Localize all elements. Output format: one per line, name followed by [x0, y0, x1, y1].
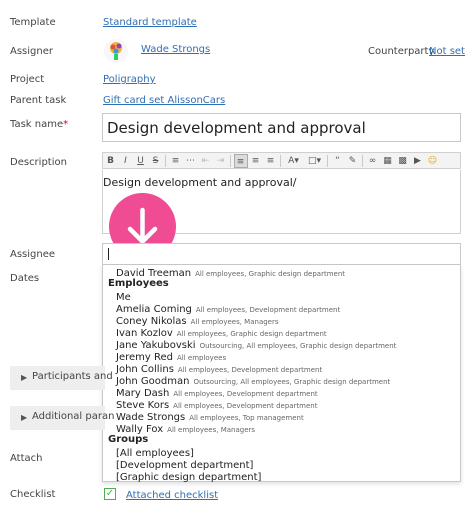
strikethrough-icon[interactable]: S [149, 154, 163, 168]
template-label: Template [10, 17, 56, 28]
list-item[interactable]: Jeremy Red All employees [116, 350, 227, 363]
toolbar-divider [362, 154, 363, 167]
list-item-name: [Graphic design department] [116, 472, 262, 483]
participants-panel[interactable]: ▶ Participants and [10, 366, 113, 390]
list-item[interactable]: Amelia Coming All employees, Development … [116, 302, 341, 315]
list-item[interactable]: Wally Fox All employees, Managers [116, 422, 256, 435]
list-item[interactable]: Ivan Kozlov All employees, Graphic design… [116, 326, 327, 339]
task-name-label-text: Task name [10, 119, 64, 130]
task-name-value: Design development and approval [107, 119, 366, 137]
align-right-icon[interactable]: ≡ [264, 154, 278, 168]
toolbar-divider [165, 154, 166, 167]
attach-label: Attach [10, 453, 43, 464]
underline-icon[interactable]: U [134, 154, 148, 168]
emoji-icon[interactable]: ☺ [426, 154, 440, 168]
assignee-label: Assignee [10, 249, 56, 260]
list-item-sub: All employees [176, 354, 227, 362]
bold-icon[interactable]: B [104, 154, 118, 168]
list-item[interactable]: Jane Yakubovski Outsourcing, All employee… [116, 338, 397, 351]
toolbar-divider [230, 154, 231, 167]
list-item[interactable]: Coney Nikolas All employees, Managers [116, 314, 279, 327]
project-link[interactable]: Poligraphy [103, 74, 156, 85]
counterparty-label: Counterparty [368, 46, 435, 57]
link-icon[interactable]: ∞ [366, 154, 380, 168]
avatar [104, 39, 128, 63]
align-center-icon[interactable]: ≡ [249, 154, 263, 168]
participants-panel-label: Participants and [32, 371, 113, 382]
list-item-sub: Outsourcing, All employees, Graphic desi… [199, 342, 397, 350]
list-item-sub: All employees, Graphic design department [195, 270, 345, 278]
required-marker: * [63, 119, 69, 130]
bulleted-list-icon[interactable]: ⋯ [184, 154, 198, 168]
video-icon[interactable]: ▶ [411, 154, 425, 168]
toolbar-divider [280, 154, 281, 167]
indent-icon[interactable]: ⇥ [214, 154, 228, 168]
text-caret [108, 248, 109, 260]
quote-icon[interactable]: “ [331, 154, 345, 168]
text-color-icon[interactable]: A▾ [284, 154, 304, 168]
project-label: Project [10, 74, 45, 85]
list-item[interactable]: John Goodman Outsourcing, All employees, … [116, 374, 391, 387]
list-item[interactable]: Me [116, 290, 131, 303]
additional-panel-label: Additional paran [32, 411, 115, 422]
expand-triangle-icon: ▶ [21, 373, 28, 382]
align-left-icon[interactable]: ≡ [233, 153, 248, 168]
list-item-sub: All employees, Development department [177, 366, 323, 374]
list-item[interactable]: [Graphic design department] [116, 470, 262, 483]
remove-format-icon[interactable]: ✎ [346, 154, 360, 168]
task-name-label: Task name* [10, 119, 68, 130]
additional-panel[interactable]: ▶ Additional paran [10, 406, 114, 430]
list-item[interactable]: Wade Strongs All employees, Top managemen… [116, 410, 304, 423]
description-text: Design development and approval/ [103, 176, 297, 189]
employees-header: Employees [108, 278, 169, 289]
assignee-dropdown: David Treeman All employees, Graphic desi… [102, 265, 461, 483]
dates-label: Dates [10, 273, 40, 284]
list-item-sub: All employees, Graphic design department [176, 330, 327, 338]
parent-task-label: Parent task [10, 95, 67, 106]
list-item-sub: All employees, Development department [195, 306, 341, 314]
background-color-icon[interactable]: □▾ [305, 154, 325, 168]
list-item-sub: All employees, Development department [173, 390, 318, 398]
toolbar-divider [327, 154, 328, 167]
list-item[interactable]: [Development department] [116, 458, 253, 471]
assigner-label: Assigner [10, 46, 53, 57]
list-item[interactable]: Steve Kors All employees, Development dep… [116, 398, 318, 411]
list-item-sub: All employees, Managers [167, 426, 256, 434]
list-item-sub: All employees, Top management [189, 414, 304, 422]
parent-task-link[interactable]: Gift card set AlissonCars [103, 95, 225, 106]
list-item[interactable]: John Collins All employees, Development d… [116, 362, 323, 375]
expand-triangle-icon: ▶ [21, 413, 28, 422]
attached-checklist-link[interactable]: Attached checklist [126, 490, 218, 501]
list-item-sub: All employees, Development department [173, 402, 318, 410]
groups-header: Groups [108, 434, 149, 445]
editor-toolbar: B I U S ≡ ⋯ ⇤ ⇥ ≡ ≡ ≡ A▾ □▾ “ ✎ ∞ ▦ ▩ ▶ … [102, 152, 461, 169]
assignee-input[interactable] [102, 243, 461, 265]
italic-icon[interactable]: I [119, 154, 133, 168]
list-item[interactable]: David Treeman All employees, Graphic desi… [116, 266, 345, 279]
counterparty-link[interactable]: Not set [429, 46, 465, 57]
list-item-sub: All employees, Managers [190, 318, 279, 326]
checkbox-checked-icon[interactable]: ✓ [104, 488, 116, 500]
template-link[interactable]: Standard template [103, 17, 197, 28]
description-label: Description [10, 157, 67, 168]
checklist-label: Checklist [10, 489, 56, 500]
outdent-icon[interactable]: ⇤ [199, 154, 213, 168]
list-item-sub: Outsourcing, All employees, Graphic desi… [193, 378, 391, 386]
task-name-input[interactable]: Design development and approval [102, 113, 461, 142]
list-item[interactable]: Mary Dash All employees, Development depa… [116, 386, 318, 399]
table-icon[interactable]: ▦ [381, 154, 395, 168]
numbered-list-icon[interactable]: ≡ [169, 154, 183, 168]
assigner-link[interactable]: Wade Strongs [141, 44, 210, 55]
list-item[interactable]: [All employees] [116, 446, 194, 459]
image-icon[interactable]: ▩ [396, 154, 410, 168]
